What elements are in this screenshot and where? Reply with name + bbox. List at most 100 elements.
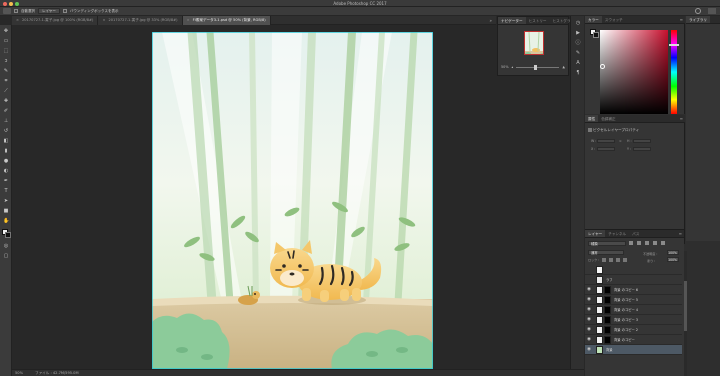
layer-thumbnail[interactable] bbox=[596, 315, 603, 324]
layers-scroll-thumb[interactable] bbox=[684, 281, 687, 331]
height-field[interactable] bbox=[633, 139, 651, 143]
shape-filter-icon[interactable] bbox=[653, 241, 657, 245]
layer-name[interactable]: ラフ bbox=[606, 277, 613, 282]
visibility-eye-icon[interactable]: ◉ bbox=[585, 297, 593, 302]
guide-line[interactable] bbox=[432, 32, 433, 369]
quick-mask-icon[interactable]: ◎ bbox=[3, 243, 9, 249]
zoom-level[interactable]: 50% bbox=[15, 371, 23, 375]
layer-name[interactable]: 背景 のコピー 2 bbox=[614, 327, 638, 332]
paragraph-panel-icon[interactable]: ¶ bbox=[575, 70, 581, 76]
layer-name[interactable]: 背景 bbox=[606, 347, 613, 352]
layer-mask-thumbnail[interactable] bbox=[604, 315, 611, 324]
layer-thumbnail[interactable] bbox=[596, 265, 603, 274]
tab-color[interactable]: カラー bbox=[585, 16, 602, 23]
lock-pixels-icon[interactable] bbox=[609, 257, 614, 262]
zoom-slider-handle[interactable] bbox=[533, 64, 537, 70]
layer-filter-dropdown[interactable]: 種類 bbox=[588, 241, 626, 246]
tab-paths[interactable]: パス bbox=[629, 230, 642, 237]
visibility-eye-icon[interactable]: ◉ bbox=[585, 287, 593, 292]
tab-history[interactable]: ヒストリー bbox=[526, 17, 550, 24]
opacity-field[interactable]: 100% bbox=[667, 250, 679, 255]
lock-all-icon[interactable] bbox=[623, 257, 628, 262]
tab-libraries[interactable]: ライブラリ bbox=[686, 16, 710, 23]
layer-mask-thumbnail[interactable] bbox=[604, 305, 611, 314]
tab-swatches[interactable]: スウォッチ bbox=[602, 16, 626, 23]
gradient-tool-icon[interactable]: ▮ bbox=[3, 148, 9, 154]
navigator-zoom-value[interactable]: 50% bbox=[501, 65, 509, 69]
lock-position-icon[interactable] bbox=[616, 257, 621, 262]
layer-name[interactable]: 背景 のコピー bbox=[614, 337, 635, 342]
color-picker-cursor[interactable] bbox=[600, 64, 605, 69]
workspace-switcher-icon[interactable] bbox=[708, 8, 716, 14]
auto-select-target-dropdown[interactable]: レイヤー bbox=[38, 8, 60, 14]
width-field[interactable] bbox=[597, 139, 615, 143]
pen-tool-icon[interactable]: ✒ bbox=[3, 178, 9, 184]
y-field[interactable] bbox=[633, 147, 651, 151]
layer-name[interactable]: 背景 のコピー 4 bbox=[614, 307, 638, 312]
visibility-eye-icon[interactable]: ◉ bbox=[585, 337, 593, 342]
layer-name[interactable]: 背景 のコピー 5 bbox=[614, 297, 638, 302]
smart-object-filter-icon[interactable] bbox=[661, 241, 665, 245]
layer-row[interactable]: ラフ bbox=[585, 275, 682, 285]
guide-line[interactable] bbox=[152, 32, 433, 33]
canvas-area[interactable] bbox=[12, 25, 584, 369]
lock-transparency-icon[interactable] bbox=[602, 257, 607, 262]
layer-thumbnail[interactable] bbox=[596, 275, 603, 284]
zoom-out-icon[interactable]: ▴ bbox=[512, 65, 514, 69]
tab-layers[interactable]: レイヤー bbox=[585, 230, 606, 237]
eyedropper-tool-icon[interactable]: ⟋ bbox=[3, 88, 9, 94]
guide-line[interactable] bbox=[152, 32, 153, 369]
document-tab-3[interactable]: × FI素案データ3-1.psd @ 50% (背景, RGB/8) bbox=[182, 16, 271, 25]
panel-menu-icon[interactable]: ≡ bbox=[680, 16, 685, 23]
history-panel-icon[interactable]: ◷ bbox=[575, 20, 581, 26]
panel-menu-icon[interactable]: ≡ bbox=[679, 230, 684, 237]
layer-row[interactable]: ◉ 背景 bbox=[585, 345, 682, 355]
search-icon[interactable] bbox=[695, 8, 701, 14]
link-icon[interactable]: ∞ bbox=[619, 139, 622, 143]
layer-row[interactable]: ◉ 背景 のコピー 5 bbox=[585, 295, 682, 305]
layer-thumbnail[interactable] bbox=[596, 335, 603, 344]
document-tab-1[interactable]: × 20170727-1-寅子.jpg @ 100% (RGB/8#) bbox=[12, 16, 99, 25]
visibility-eye-icon[interactable]: ◉ bbox=[585, 327, 593, 332]
clone-stamp-tool-icon[interactable]: ⊥ bbox=[3, 118, 9, 124]
layer-thumbnail[interactable] bbox=[596, 345, 603, 354]
brush-tool-icon[interactable]: ✐ bbox=[3, 108, 9, 114]
layer-mask-thumbnail[interactable] bbox=[604, 295, 611, 304]
type-tool-icon[interactable]: T bbox=[3, 188, 9, 194]
marquee-tool-icon[interactable]: ⬚ bbox=[3, 48, 9, 54]
close-tab-icon[interactable]: × bbox=[102, 16, 105, 25]
layer-thumbnail[interactable] bbox=[596, 305, 603, 314]
path-selection-tool-icon[interactable]: ➤ bbox=[3, 198, 9, 204]
layer-mask-thumbnail[interactable] bbox=[604, 335, 611, 344]
hue-slider[interactable] bbox=[671, 30, 677, 114]
quick-select-tool-icon[interactable]: ✎ bbox=[3, 68, 9, 74]
layer-row[interactable]: ◉ 背景 のコピー 6 bbox=[585, 285, 682, 295]
layer-mask-thumbnail[interactable] bbox=[604, 325, 611, 334]
layer-name[interactable]: 背景 のコピー 6 bbox=[614, 287, 638, 292]
visibility-eye-icon[interactable]: ◉ bbox=[585, 347, 593, 352]
visibility-eye-icon[interactable]: ◉ bbox=[585, 307, 593, 312]
fill-field[interactable]: 100% bbox=[667, 257, 679, 262]
document-canvas[interactable] bbox=[152, 32, 433, 369]
close-tab-icon[interactable]: × bbox=[16, 16, 19, 25]
background-color-swatch[interactable] bbox=[593, 32, 599, 38]
artboard-tool-icon[interactable]: ▭ bbox=[3, 38, 9, 44]
character-panel-icon[interactable]: A bbox=[575, 60, 581, 66]
healing-brush-tool-icon[interactable]: ✚ bbox=[3, 98, 9, 104]
adjustment-filter-icon[interactable] bbox=[637, 241, 641, 245]
screen-mode-icon[interactable]: ▢ bbox=[3, 253, 9, 259]
layer-mask-thumbnail[interactable] bbox=[604, 285, 611, 294]
visibility-eye-icon[interactable]: ◉ bbox=[585, 317, 593, 322]
blur-tool-icon[interactable]: ● bbox=[3, 158, 9, 164]
dodge-tool-icon[interactable]: ◐ bbox=[3, 168, 9, 174]
color-swatches[interactable] bbox=[2, 229, 11, 238]
type-filter-icon[interactable] bbox=[645, 241, 649, 245]
close-tab-icon[interactable]: × bbox=[187, 16, 190, 25]
layer-row[interactable]: ◉ 背景 のコピー 2 bbox=[585, 325, 682, 335]
layer-row[interactable]: ◉ 背景 のコピー 4 bbox=[585, 305, 682, 315]
x-field[interactable] bbox=[597, 147, 615, 151]
pixel-filter-icon[interactable] bbox=[629, 241, 633, 245]
panel-menu-icon[interactable]: ≡ bbox=[680, 115, 685, 122]
brush-panel-icon[interactable]: ✎ bbox=[575, 50, 581, 56]
crop-tool-icon[interactable]: ⌗ bbox=[3, 78, 9, 84]
